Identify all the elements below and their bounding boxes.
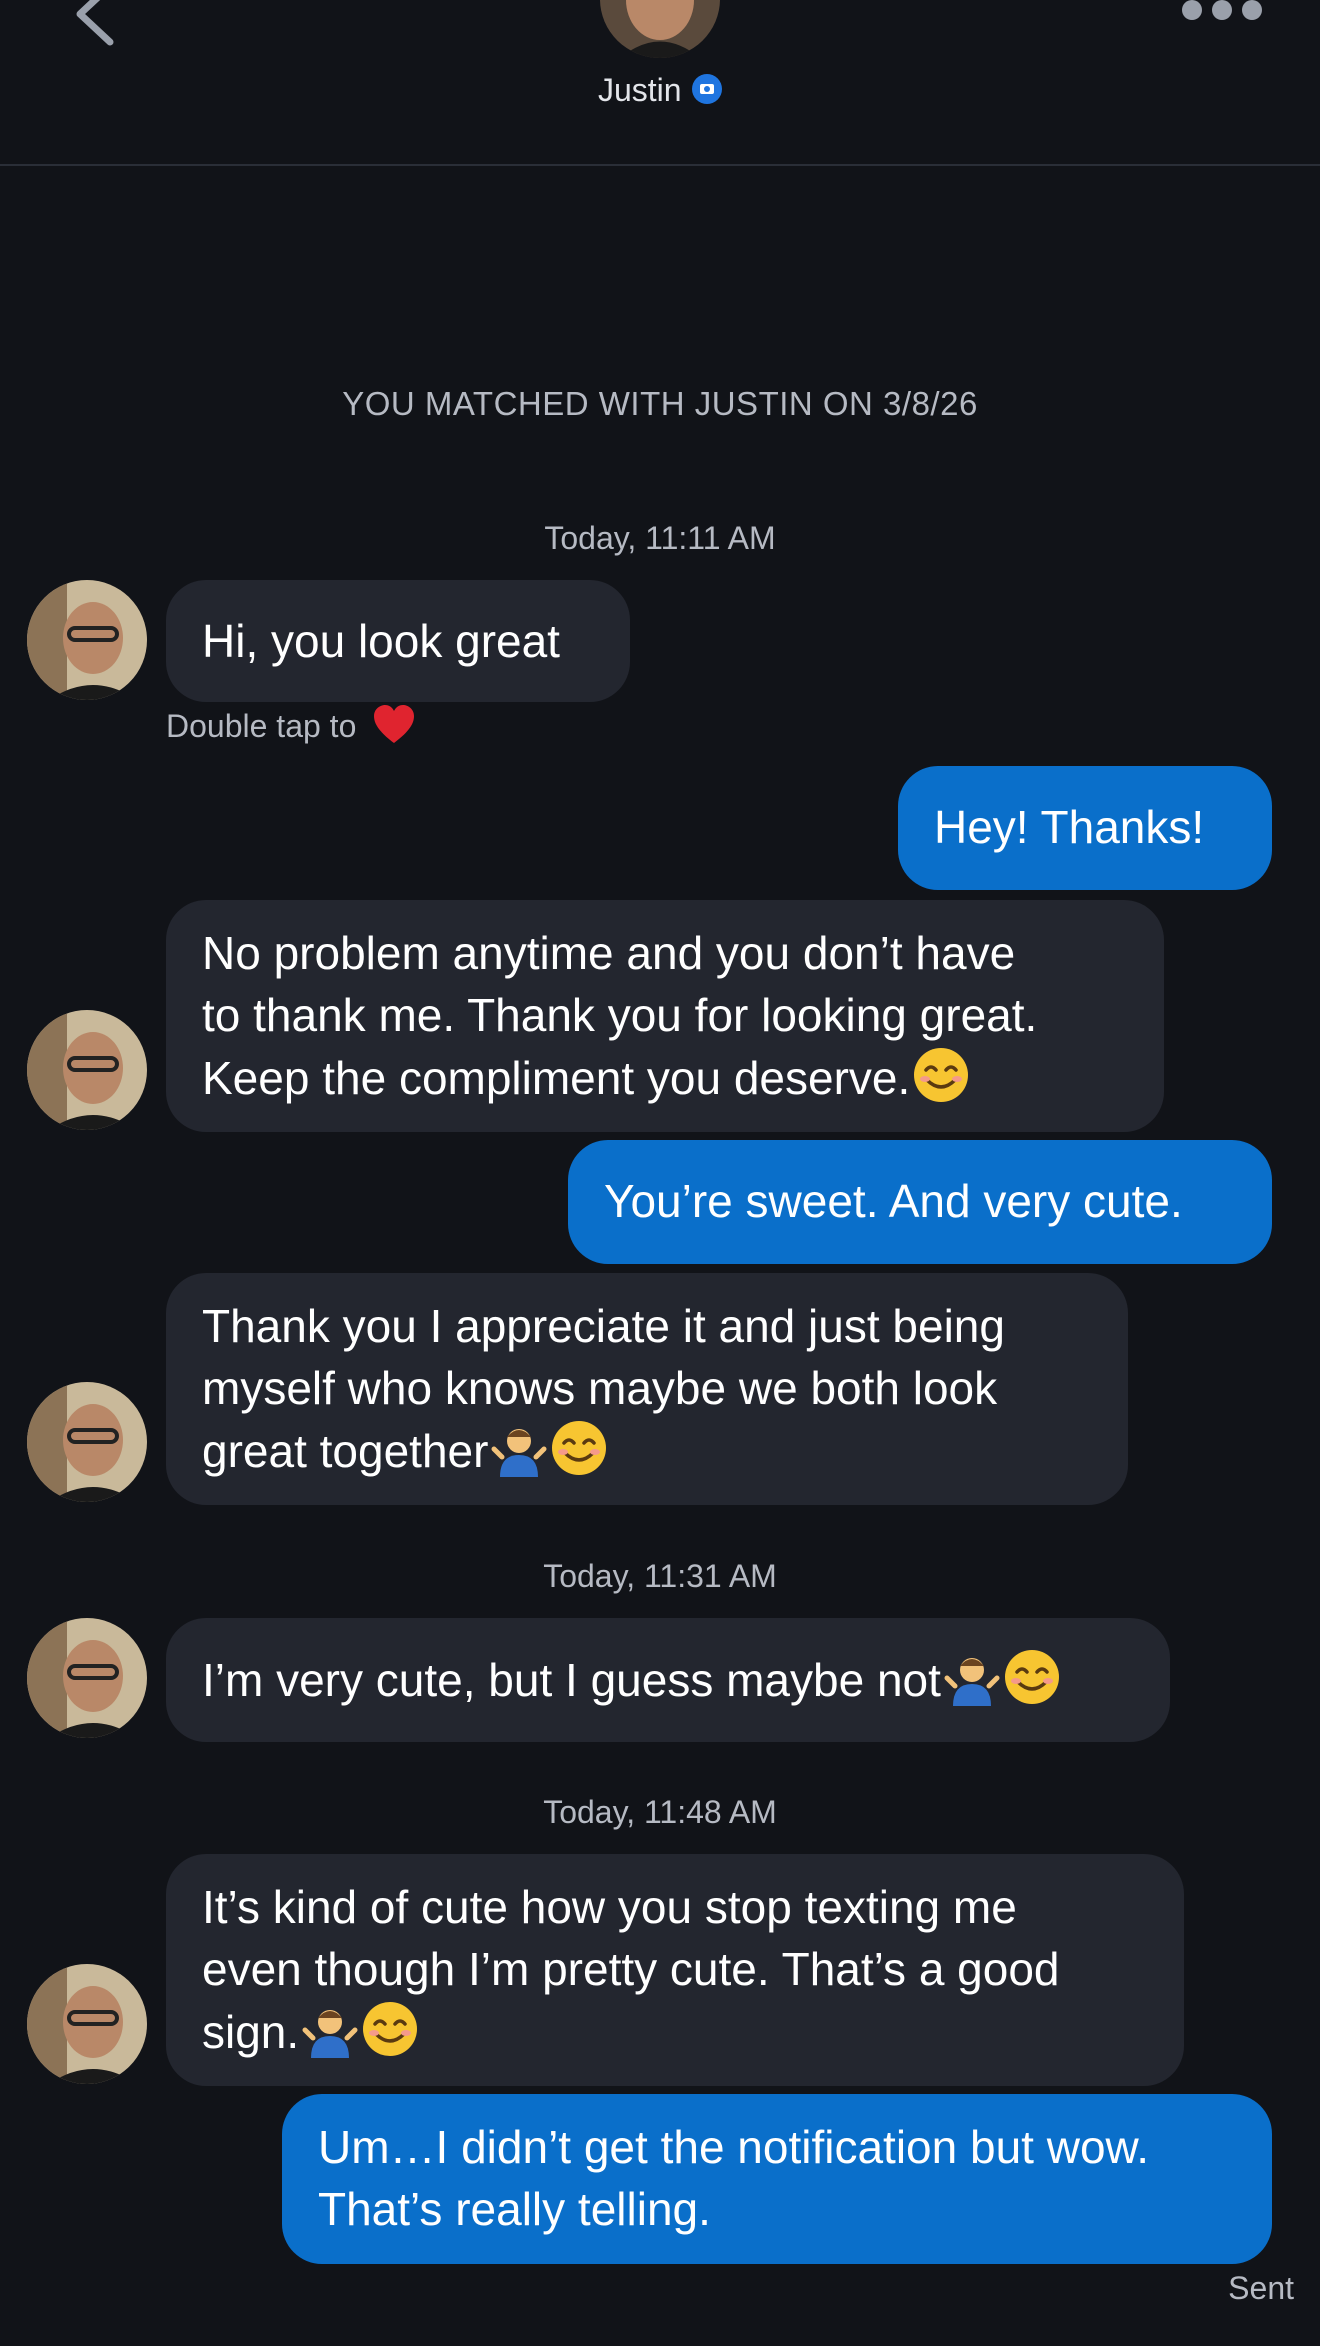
smiling-face-emoji [1003, 1648, 1061, 1706]
dot [1182, 0, 1202, 20]
heart-icon [373, 704, 415, 745]
smiling-face-emoji [912, 1046, 970, 1104]
message-text: Hey! Thanks! [934, 801, 1205, 853]
message-text: You’re sweet. And very cute. [604, 1175, 1183, 1227]
message-text: sign. [202, 2006, 300, 2058]
message-text: great together [202, 1425, 489, 1477]
contact-name[interactable]: Justin [598, 72, 682, 108]
chat-screen: Justin YOU MATCHED WITH JUSTIN ON 3/8/26… [0, 0, 1320, 2346]
contact-avatar[interactable] [27, 1964, 147, 2084]
double-tap-hint: Double tap to [166, 704, 415, 749]
message-line: sign. [202, 2000, 1148, 2063]
timestamp: Today, 11:31 AM [543, 1558, 777, 1594]
photo-verified-icon[interactable] [692, 73, 723, 104]
incoming-message-bubble[interactable]: Thank you I appreciate it and just being… [166, 1273, 1128, 1505]
man-shrugging-emoji [490, 1419, 548, 1477]
message-text: to thank me. Thank you for looking great… [202, 989, 1038, 1041]
incoming-message-bubble[interactable]: I’m very cute, but I guess maybe not [166, 1618, 1170, 1742]
smiling-face-emoji [550, 1419, 608, 1477]
message-text: Keep the compliment you deserve. [202, 1052, 911, 1104]
message-text: myself who knows maybe we both look [202, 1362, 998, 1414]
chevron-left-icon [76, 0, 114, 46]
message-line: great together [202, 1419, 1092, 1482]
dot [1242, 0, 1262, 20]
message-text: I’m very cute, but I guess maybe not [202, 1654, 941, 1706]
outgoing-message-bubble[interactable]: You’re sweet. And very cute. [568, 1140, 1272, 1264]
outgoing-message-bubble[interactable]: Um…I didn’t get the notification but wow… [282, 2094, 1272, 2264]
header-title: Justin [0, 72, 1320, 109]
sent-status: Sent [1228, 2270, 1294, 2306]
chat-header: Justin [0, 0, 1320, 166]
timestamp: Today, 11:11 AM [544, 520, 776, 556]
timestamp: Today, 11:48 AM [543, 1794, 777, 1830]
message-text: That’s really telling. [318, 2183, 711, 2235]
message-line: Keep the compliment you deserve. [202, 1046, 1128, 1109]
message-text: Hi, you look great [202, 615, 560, 667]
incoming-message-bubble[interactable]: No problem anytime and you don’t have to… [166, 900, 1164, 1132]
message-text: No problem anytime and you don’t have [202, 927, 1016, 979]
match-banner: YOU MATCHED WITH JUSTIN ON 3/8/26 [342, 385, 978, 422]
smiling-face-emoji [361, 2000, 419, 2058]
more-options-button[interactable] [1182, 0, 1262, 24]
man-shrugging-emoji [301, 2000, 359, 2058]
man-shrugging-emoji [943, 1648, 1001, 1706]
contact-avatar[interactable] [27, 1010, 147, 1130]
contact-avatar[interactable] [27, 580, 147, 700]
outgoing-message-bubble[interactable]: Hey! Thanks! [898, 766, 1272, 890]
message-text: It’s kind of cute how you stop texting m… [202, 1881, 1017, 1933]
back-button[interactable] [62, 0, 122, 50]
contact-avatar[interactable] [27, 1382, 147, 1502]
contact-avatar[interactable] [27, 1618, 147, 1738]
dot [1212, 0, 1232, 20]
header-avatar[interactable] [600, 0, 720, 58]
message-text: Thank you I appreciate it and just being [202, 1300, 1005, 1352]
message-line: I’m very cute, but I guess maybe not [202, 1648, 1134, 1711]
message-text: even though I’m pretty cute. That’s a go… [202, 1943, 1060, 1995]
message-text: Um…I didn’t get the notification but wow… [318, 2121, 1149, 2173]
incoming-message-bubble[interactable]: It’s kind of cute how you stop texting m… [166, 1854, 1184, 2086]
incoming-message-bubble[interactable]: Hi, you look great [166, 580, 630, 702]
hint-text: Double tap to [166, 708, 357, 744]
